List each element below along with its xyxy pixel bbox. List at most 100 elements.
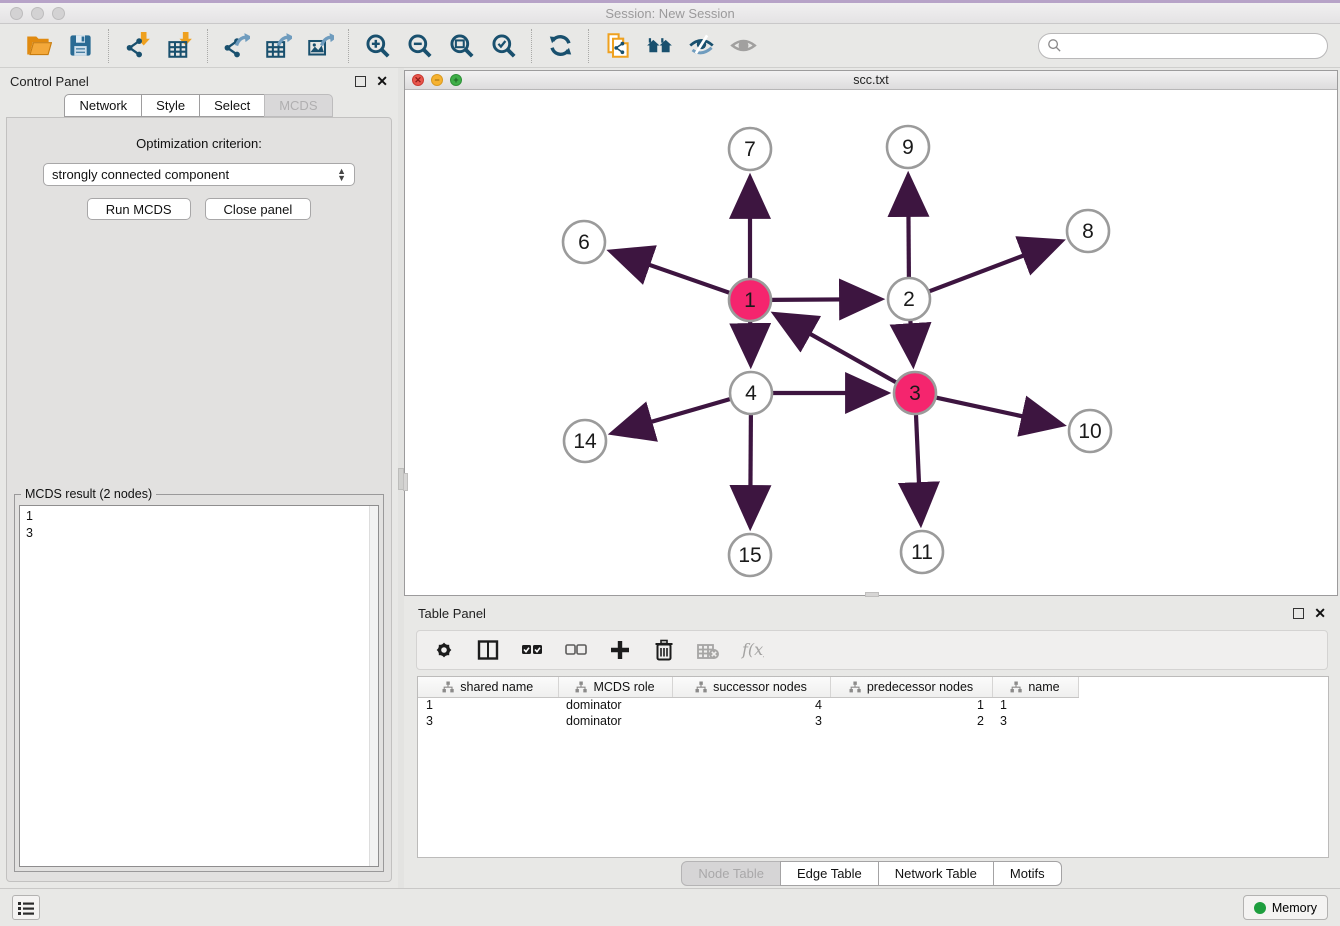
delete-column-button[interactable] [649, 635, 679, 665]
refresh-icon [547, 32, 574, 59]
network-canvas[interactable]: 7 9 6 8 1 2 4 3 14 10 15 11 [405, 90, 1337, 595]
network-close-button[interactable]: ✕ [412, 74, 424, 86]
node-2[interactable]: 2 [888, 278, 930, 320]
memory-button[interactable]: Memory [1243, 895, 1328, 920]
node-4[interactable]: 4 [730, 372, 772, 414]
table-panel-float-button[interactable] [1293, 608, 1304, 619]
table-toolbar: f(x) [416, 630, 1328, 670]
svg-text:8: 8 [1082, 220, 1094, 243]
import-table-button[interactable] [163, 30, 195, 62]
clone-network-button[interactable] [601, 30, 633, 62]
edge-2-8 [930, 242, 1060, 292]
zoom-fit-button[interactable] [445, 30, 477, 62]
network-zoom-button[interactable]: + [450, 74, 462, 86]
refresh-layout-button[interactable] [544, 30, 576, 62]
zoom-out-icon [406, 32, 433, 59]
node-1[interactable]: 1 [729, 279, 771, 321]
node-10[interactable]: 10 [1069, 410, 1111, 452]
tab-edge-table[interactable]: Edge Table [780, 861, 879, 886]
right-column: ✕ − + scc.txt 7968124314101511 Table Pan… [404, 68, 1340, 888]
mcds-panel: Optimization criterion: strongly connect… [6, 117, 392, 882]
main-toolbar [0, 24, 1340, 68]
column-grip-icon [695, 681, 707, 693]
run-mcds-button[interactable]: Run MCDS [87, 198, 191, 220]
maximize-window-button[interactable] [52, 7, 65, 20]
close-window-button[interactable] [10, 7, 23, 20]
tab-node-table[interactable]: Node Table [681, 861, 781, 886]
tab-style[interactable]: Style [141, 94, 200, 117]
node-11[interactable]: 11 [901, 531, 943, 573]
import-network-button[interactable] [121, 30, 153, 62]
toggle-columns-button[interactable] [473, 635, 503, 665]
task-history-button[interactable] [12, 895, 40, 920]
svg-text:f(x): f(x) [741, 640, 764, 659]
deselect-all-rows-button[interactable] [561, 635, 591, 665]
column-grip-icon [442, 681, 454, 693]
result-scrollbar[interactable] [369, 506, 378, 866]
column-grip-icon [575, 681, 587, 693]
mcds-result-legend: MCDS result (2 nodes) [21, 487, 156, 501]
tab-network-table[interactable]: Network Table [878, 861, 994, 886]
hide-graphics-details-button[interactable] [685, 30, 717, 62]
criterion-dropdown-value: strongly connected component [52, 167, 337, 182]
column-header-MCDS-role[interactable]: MCDS role [558, 677, 672, 697]
svg-text:15: 15 [738, 544, 761, 567]
export-image-button[interactable] [304, 30, 336, 62]
plus-icon [608, 638, 632, 662]
add-column-button[interactable] [605, 635, 635, 665]
criterion-dropdown[interactable]: strongly connected component ▲▼ [43, 163, 355, 186]
zoom-in-button[interactable] [361, 30, 393, 62]
column-header-name[interactable]: name [992, 677, 1078, 697]
bottom-resize-grip[interactable] [865, 592, 879, 597]
export-network-button[interactable] [220, 30, 252, 62]
close-panel-button[interactable]: Close panel [205, 198, 312, 220]
deselect-all-icon [564, 638, 588, 662]
column-header-successor-nodes[interactable]: successor nodes [672, 677, 830, 697]
node-7[interactable]: 7 [729, 128, 771, 170]
control-panel-close-button[interactable]: ✕ [376, 76, 388, 87]
function-icon: f(x) [740, 638, 764, 662]
edge-1-4 [750, 322, 751, 363]
network-window-title: scc.txt [853, 73, 888, 87]
svg-text:1: 1 [744, 289, 756, 312]
mcds-result-text[interactable]: 1 3 [19, 505, 379, 867]
table-panel-close-button[interactable]: ✕ [1314, 608, 1326, 619]
edge-1-6 [612, 252, 729, 293]
save-session-button[interactable] [64, 30, 96, 62]
search-input[interactable] [1038, 33, 1328, 59]
svg-text:6: 6 [578, 231, 590, 254]
gear-icon [432, 638, 456, 662]
svg-text:14: 14 [573, 430, 597, 453]
node-8[interactable]: 8 [1067, 210, 1109, 252]
node-15[interactable]: 15 [729, 534, 771, 576]
tab-motifs[interactable]: Motifs [993, 861, 1062, 886]
node-14[interactable]: 14 [564, 420, 606, 462]
minimize-window-button[interactable] [31, 7, 44, 20]
trash-icon [652, 638, 676, 662]
open-session-button[interactable] [22, 30, 54, 62]
node-6[interactable]: 6 [563, 221, 605, 263]
table-row[interactable]: 1dominator411 [418, 697, 1078, 713]
column-header-shared-name[interactable]: shared name [418, 677, 558, 697]
edge-3-11 [916, 415, 921, 522]
tab-mcds[interactable]: MCDS [264, 94, 332, 117]
tab-select[interactable]: Select [199, 94, 265, 117]
network-minimize-button[interactable]: − [431, 74, 443, 86]
first-neighbors-button[interactable] [643, 30, 675, 62]
export-table-button[interactable] [262, 30, 294, 62]
select-all-rows-button[interactable] [517, 635, 547, 665]
table-row[interactable]: 3dominator323 [418, 713, 1078, 729]
dropdown-stepper-icon: ▲▼ [337, 168, 346, 182]
node-3[interactable]: 3 [894, 372, 936, 414]
zoom-fit-icon [448, 32, 475, 59]
node-9[interactable]: 9 [887, 126, 929, 168]
zoom-selected-button[interactable] [487, 30, 519, 62]
column-header-predecessor-nodes[interactable]: predecessor nodes [830, 677, 992, 697]
svg-text:4: 4 [745, 382, 757, 405]
zoom-out-button[interactable] [403, 30, 435, 62]
left-resize-grip[interactable] [403, 473, 408, 491]
tab-network[interactable]: Network [64, 94, 142, 117]
edge-4-15 [750, 415, 751, 525]
table-settings-button[interactable] [429, 635, 459, 665]
control-panel-float-button[interactable] [355, 76, 366, 87]
